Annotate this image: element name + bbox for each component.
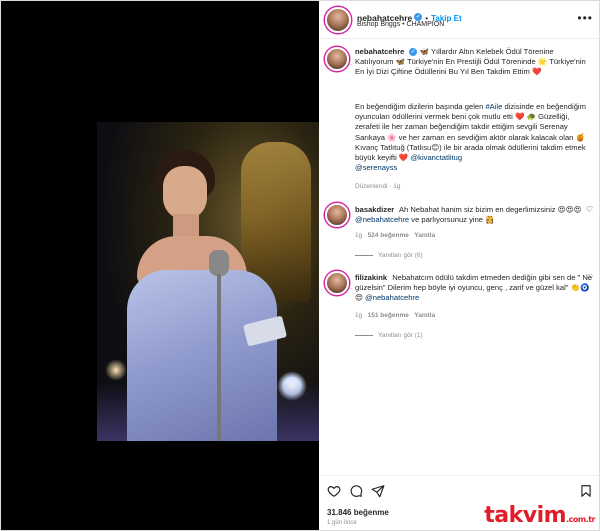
comment-text-end: ve parlıyorsunuz yine 👸 — [409, 215, 495, 225]
media-area — [1, 1, 319, 530]
share-icon[interactable] — [371, 484, 385, 498]
heart-icon[interactable] — [327, 484, 341, 498]
comment-body: basakdizer Ah Nebahat hanim siz bizim en… — [355, 205, 593, 225]
mention-link[interactable]: @serenayss — [355, 163, 397, 172]
microphone-stand — [217, 274, 221, 441]
post-time: 1 gün önce — [327, 520, 357, 526]
microphone — [209, 250, 229, 276]
heart-icon[interactable]: ♡ — [586, 273, 593, 282]
comment-text: Ah Nebahat hanim siz bizim en degerlimiz… — [398, 205, 582, 214]
mention-link[interactable]: @kivanctatlitug — [410, 153, 462, 162]
verified-icon: ✓ — [409, 48, 418, 56]
comment-username[interactable]: filizakink — [355, 273, 387, 282]
verified-icon: ✓ — [414, 12, 423, 21]
view-replies-label[interactable]: Yanıtları gör (6) — [378, 252, 423, 259]
replies-line — [355, 334, 373, 336]
watermark-suffix: .com.tr — [566, 515, 595, 524]
comment-username[interactable]: basakdizer — [355, 205, 394, 214]
avatar[interactable] — [325, 271, 349, 295]
post-header: nebahatcehre ✓ • Takip Et Bishop Briggs • C… — [319, 1, 599, 39]
comment-body: filizakink Nebahatcım ödülü takdim etmed… — [355, 273, 593, 304]
presenter-figure — [127, 140, 288, 441]
watermark-text: takvim — [484, 503, 567, 528]
comment-icon[interactable] — [349, 484, 363, 498]
comment-meta: 1g 524 beğenme Yanıtla — [355, 232, 435, 239]
caption-text-middle: dizisinde en beğendiğim oyuncuları ödüll… — [355, 102, 586, 163]
post-dialog: nebahatcehre ✓ • Takip Et Bishop Briggs • C… — [0, 0, 600, 531]
likes-count[interactable]: 31.846 beğenme — [327, 508, 389, 517]
comment-time: 1g — [355, 232, 363, 239]
post-video[interactable] — [97, 122, 319, 441]
comment-likes[interactable]: 524 beğenme — [368, 232, 409, 239]
mention-link[interactable]: @nebahatcehre — [365, 293, 419, 302]
caption-username[interactable]: nebahatcehre — [355, 47, 404, 56]
avatar[interactable] — [325, 7, 351, 33]
heart-icon[interactable]: ♡ — [586, 205, 593, 214]
music-label[interactable]: Bishop Briggs • CHAMPION — [357, 21, 444, 28]
stage-light — [105, 359, 127, 381]
avatar[interactable] — [325, 203, 349, 227]
reply-button[interactable]: Yanıtla — [414, 232, 435, 239]
bookmark-icon[interactable] — [579, 484, 593, 498]
reply-button[interactable]: Yanıtla — [414, 312, 435, 319]
post-panel: nebahatcehre ✓ • Takip Et Bishop Briggs • C… — [319, 1, 599, 530]
more-icon[interactable]: ••• — [577, 11, 593, 25]
caption-text-start: En beğendiğim dizilerin başında gelen — [355, 102, 486, 111]
post-actions: 31.846 beğenme 1 gün önce takvim.com.tr — [319, 475, 599, 530]
caption-meta: Düzenlendi · 1g — [355, 183, 401, 190]
avatar[interactable] — [325, 47, 349, 71]
replies-line — [355, 254, 373, 256]
mention-link[interactable]: @nebahatcehre — [355, 215, 409, 224]
comments-list[interactable]: nebahatcehre ✓ 🦋 Yıllardır Altın Kelebek … — [319, 39, 599, 475]
view-replies-label[interactable]: Yanıtları gör (1) — [378, 332, 423, 339]
view-replies[interactable]: Yanıtları gör (1) — [355, 332, 423, 339]
comment-meta: 1g 151 beğenme Yanıtla — [355, 312, 435, 319]
view-replies[interactable]: Yanıtları gör (6) — [355, 252, 423, 259]
comment-likes[interactable]: 151 beğenme — [368, 312, 409, 319]
hashtag-link[interactable]: #Aile — [485, 102, 502, 111]
caption: nebahatcehre ✓ 🦋 Yıllardır Altın Kelebek … — [355, 47, 593, 78]
caption-body: En beğendiğim dizilerin başında gelen #A… — [355, 102, 593, 173]
presenter-face — [163, 166, 207, 220]
watermark-logo: takvim.com.tr — [484, 503, 595, 528]
comment-time: 1g — [355, 312, 363, 319]
presenter-dress — [127, 270, 277, 441]
